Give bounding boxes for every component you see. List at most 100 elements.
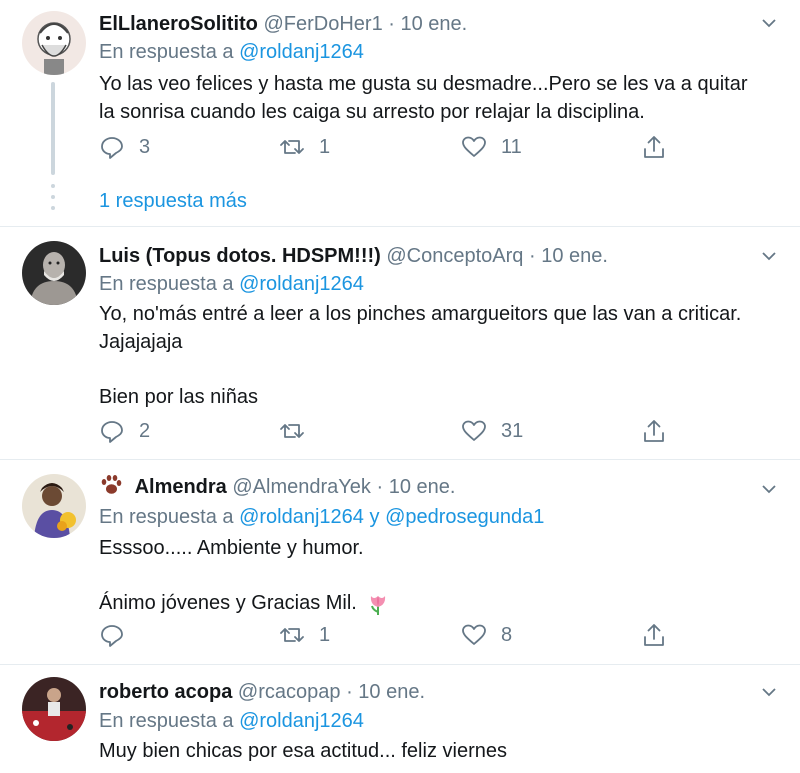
tweet-text: Muy bien chicas por esa actitud... feliz… <box>99 737 779 765</box>
heart-icon <box>462 136 486 157</box>
share-icon <box>644 136 664 158</box>
reply-context: En respuesta a @roldanj1264 y @pedrosegu… <box>99 504 544 530</box>
reply-icon <box>101 137 123 159</box>
like-count: 11 <box>501 135 522 158</box>
chevron-down-icon[interactable] <box>760 247 778 265</box>
text-line: Yo las veo felices y hasta me gusta su d… <box>99 73 748 95</box>
like-count: 8 <box>501 623 513 646</box>
reply-button[interactable] <box>99 622 139 648</box>
reply-icon <box>101 625 123 647</box>
display-name[interactable]: Luis (Topus dotos. HDSPM!!!) <box>99 245 381 267</box>
like-button[interactable]: 31 <box>461 418 523 444</box>
text-line: Esssoo..... Ambiente y humor. <box>99 537 364 559</box>
chevron-down-icon[interactable] <box>760 14 778 32</box>
avatar[interactable] <box>22 241 86 305</box>
timestamp[interactable]: 10 ene. <box>541 245 608 267</box>
retweet-icon <box>280 628 304 642</box>
tweet-actions: 2 31 <box>99 418 699 448</box>
reply-context: En respuesta a @roldanj1264 <box>99 39 364 65</box>
heart-icon <box>462 420 486 441</box>
tulip-icon <box>371 595 386 615</box>
reply-prefix: En respuesta a <box>99 41 234 63</box>
reply-icon <box>101 421 123 443</box>
share-button[interactable] <box>641 622 667 648</box>
retweet-button[interactable] <box>279 418 319 444</box>
tweet-header: ElLlaneroSolitito @FerDoHer1 · 10 ene. <box>99 11 467 37</box>
retweet-button[interactable]: 1 <box>279 622 330 648</box>
user-handle[interactable]: @rcacopap <box>238 681 341 703</box>
reply-prefix: En respuesta a <box>99 273 234 295</box>
separator: · <box>388 13 395 35</box>
text-line: Yo, no'más entré a leer a los pinches am… <box>99 303 742 325</box>
share-icon <box>644 624 664 646</box>
reply-user-link[interactable]: @roldanj1264 <box>239 710 364 732</box>
share-button[interactable] <box>641 134 667 160</box>
reply-count: 3 <box>139 135 151 158</box>
user-handle[interactable]: @AlmendraYek <box>232 476 371 498</box>
avatar[interactable] <box>22 11 86 75</box>
reply-button[interactable]: 2 <box>99 418 150 444</box>
like-count: 31 <box>501 419 524 442</box>
timestamp[interactable]: 10 ene. <box>389 476 456 498</box>
reply-context: En respuesta a @roldanj1264 <box>99 271 364 297</box>
retweet-count: 1 <box>319 623 331 646</box>
text-line: Muy bien chicas por esa actitud... feliz… <box>99 740 507 762</box>
text-line: Jajajajaja <box>99 331 183 353</box>
tweet-header: Luis (Topus dotos. HDSPM!!!) @ConceptoAr… <box>99 243 608 269</box>
text-line: Bien por las niñas <box>99 386 258 408</box>
text-line-with-emoji: Ánimo jóvenes y Gracias Mil. <box>99 589 779 617</box>
tweet-header: Almendra @AlmendraYek · 10 ene. <box>99 474 455 500</box>
tweet-actions: 3 1 11 <box>99 134 699 164</box>
reply-context: En respuesta a @roldanj1264 <box>99 708 364 734</box>
tweet-actions: 1 8 <box>99 622 699 652</box>
retweet-count: 1 <box>319 135 331 158</box>
display-name[interactable]: roberto acopa <box>99 681 232 703</box>
reply-count: 2 <box>139 419 151 442</box>
reply-user-link[interactable]: @roldanj1264 <box>239 506 364 528</box>
reply-prefix: En respuesta a <box>99 710 234 732</box>
timestamp[interactable]: 10 ene. <box>400 13 467 35</box>
retweet-icon <box>280 140 304 154</box>
reply-user-link[interactable]: @pedrosegunda1 <box>385 506 544 528</box>
chevron-down-icon[interactable] <box>760 480 778 498</box>
like-button[interactable]: 11 <box>461 134 522 160</box>
text-line: la sonrisa cuando les caiga su arresto p… <box>99 101 645 123</box>
tweet-text: Esssoo..... Ambiente y humor. Ánimo jóve… <box>99 534 779 617</box>
user-handle[interactable]: @FerDoHer1 <box>263 13 382 35</box>
tweet-4[interactable]: roberto acopa @rcacopap · 10 ene. En res… <box>0 665 800 773</box>
avatar[interactable] <box>22 677 86 741</box>
tweet-header: roberto acopa @rcacopap · 10 ene. <box>99 679 425 705</box>
user-handle[interactable]: @ConceptoArq <box>386 245 523 267</box>
like-button[interactable]: 8 <box>461 622 512 648</box>
show-more-replies-link[interactable]: 1 respuesta más <box>99 190 247 213</box>
chevron-down-icon[interactable] <box>760 683 778 701</box>
display-name[interactable]: ElLlaneroSolitito <box>99 13 258 35</box>
tweet-text: Yo, no'más entré a leer a los pinches am… <box>99 300 779 411</box>
reply-prefix: En respuesta a <box>99 506 234 528</box>
reply-user-link[interactable]: @roldanj1264 <box>239 41 364 63</box>
share-button[interactable] <box>641 418 667 444</box>
tweet-3[interactable]: Almendra @AlmendraYek · 10 ene. En respu… <box>0 460 800 663</box>
reply-joiner: y <box>369 506 380 528</box>
heart-icon <box>462 624 486 645</box>
retweet-icon <box>280 424 304 438</box>
separator: · <box>376 476 384 498</box>
paw-prints-icon <box>101 475 122 494</box>
share-icon <box>644 420 664 442</box>
tweet-text: Yo las veo felices y hasta me gusta su d… <box>99 70 779 126</box>
timestamp[interactable]: 10 ene. <box>358 681 425 703</box>
avatar[interactable] <box>22 474 86 538</box>
tweet-1[interactable]: ElLlaneroSolitito @FerDoHer1 · 10 ene. E… <box>0 0 800 225</box>
tweet-2[interactable]: Luis (Topus dotos. HDSPM!!!) @ConceptoAr… <box>0 227 800 458</box>
thread-dots <box>51 184 55 217</box>
reply-button[interactable]: 3 <box>99 134 150 160</box>
separator: · <box>528 245 536 267</box>
text-line: Ánimo jóvenes y Gracias Mil. <box>99 592 357 614</box>
reply-user-link[interactable]: @roldanj1264 <box>239 273 364 295</box>
thread-line <box>51 82 55 175</box>
retweet-button[interactable]: 1 <box>279 134 330 160</box>
display-name[interactable]: Almendra <box>135 476 227 498</box>
separator: · <box>346 681 353 703</box>
